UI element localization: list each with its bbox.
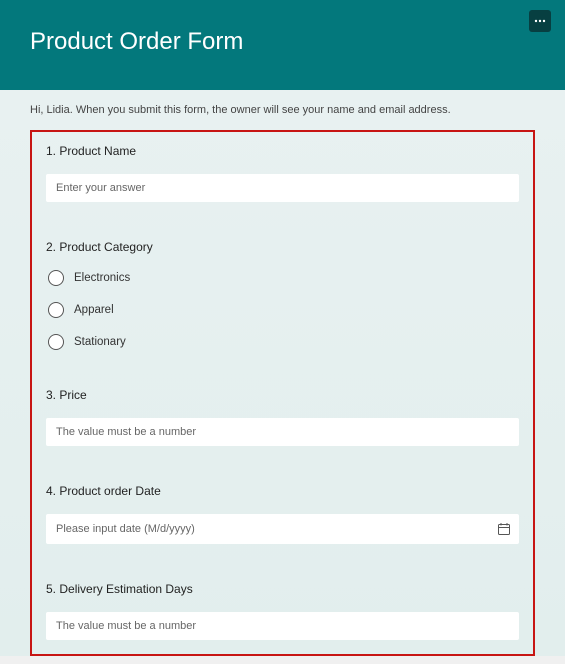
order-date-input[interactable]: [46, 515, 489, 543]
form-title: Product Order Form: [30, 28, 535, 56]
submission-info-text: Hi, Lidia. When you submit this form, th…: [30, 104, 535, 116]
radio-circle-icon: [48, 270, 64, 286]
question-product-name: 1. Product Name: [46, 144, 519, 202]
price-input[interactable]: [46, 418, 519, 446]
question-label: 2. Product Category: [46, 240, 519, 254]
question-order-date: 4. Product order Date: [46, 484, 519, 544]
delivery-days-input[interactable]: [46, 612, 519, 640]
radio-label: Electronics: [74, 272, 130, 284]
question-label: 3. Price: [46, 388, 519, 402]
more-icon: [534, 19, 546, 23]
radio-label: Stationary: [74, 336, 126, 348]
form-header: Product Order Form: [0, 0, 565, 90]
question-delivery-days: 5. Delivery Estimation Days: [46, 582, 519, 640]
more-options-button[interactable]: [529, 10, 551, 32]
calendar-button[interactable]: [489, 514, 519, 544]
calendar-icon: [497, 522, 511, 536]
radio-circle-icon: [48, 302, 64, 318]
radio-option-electronics[interactable]: Electronics: [48, 270, 519, 286]
form-content: Hi, Lidia. When you submit this form, th…: [0, 90, 565, 656]
question-price: 3. Price: [46, 388, 519, 446]
radio-label: Apparel: [74, 304, 114, 316]
product-name-input[interactable]: [46, 174, 519, 202]
radio-option-stationary[interactable]: Stationary: [48, 334, 519, 350]
category-radio-group: Electronics Apparel Stationary: [46, 270, 519, 350]
radio-option-apparel[interactable]: Apparel: [48, 302, 519, 318]
question-label: 4. Product order Date: [46, 484, 519, 498]
question-label: 5. Delivery Estimation Days: [46, 582, 519, 596]
date-input-row: [46, 514, 519, 544]
radio-circle-icon: [48, 334, 64, 350]
questions-container: 1. Product Name 2. Product Category Elec…: [30, 130, 535, 656]
question-label: 1. Product Name: [46, 144, 519, 158]
question-product-category: 2. Product Category Electronics Apparel …: [46, 240, 519, 350]
